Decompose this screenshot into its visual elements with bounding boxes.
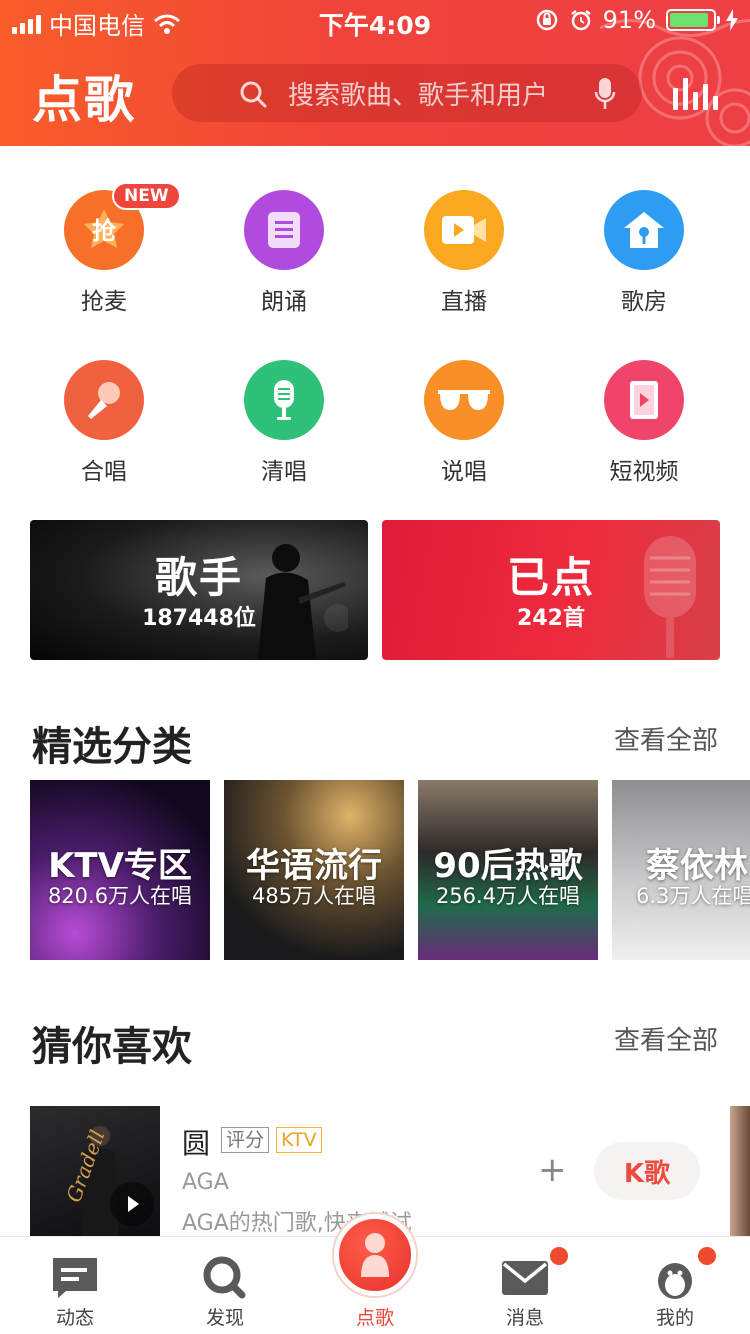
tab-profile[interactable]: 我的 bbox=[600, 1237, 750, 1334]
category-card-ktv[interactable]: KTV专区 820.6万人在唱 bbox=[30, 780, 210, 960]
ktv-tag: KTV bbox=[276, 1127, 322, 1153]
live-video-icon bbox=[424, 190, 504, 270]
grid-item-chorus[interactable]: 合唱 bbox=[14, 360, 194, 486]
song-room-icon bbox=[604, 190, 684, 270]
charging-bolt-icon bbox=[726, 9, 738, 31]
grid-item-short-video[interactable]: 短视频 bbox=[554, 360, 734, 486]
rotation-lock-icon bbox=[536, 9, 557, 31]
selected-banner-count: 242首 bbox=[517, 606, 585, 631]
sing-center-button[interactable] bbox=[334, 1214, 416, 1296]
selected-songs-banner[interactable]: 已点 242首 bbox=[382, 520, 720, 660]
singer-banner-title: 歌手 bbox=[154, 553, 243, 602]
tab-label: 动态 bbox=[55, 1307, 94, 1329]
grid-item-label: 合唱 bbox=[81, 459, 127, 485]
alarm-icon bbox=[570, 10, 591, 31]
page-title: 点歌 bbox=[32, 71, 136, 129]
score-tag: 评分 bbox=[221, 1127, 270, 1153]
rap-sunglasses-icon bbox=[424, 360, 504, 440]
tab-label: 我的 bbox=[655, 1307, 694, 1329]
new-badge: NEW bbox=[112, 182, 181, 210]
song-artist: AGA bbox=[182, 1170, 229, 1195]
unread-dot bbox=[550, 1247, 568, 1265]
play-icon[interactable] bbox=[110, 1182, 154, 1226]
next-card-edge bbox=[730, 1106, 750, 1236]
tab-label: 发现 bbox=[205, 1307, 244, 1329]
grid-item-label: 朗诵 bbox=[261, 289, 307, 315]
tab-discover[interactable]: 发现 bbox=[150, 1237, 300, 1334]
search-icon bbox=[240, 81, 267, 108]
singer-banner-count: 187448位 bbox=[142, 606, 256, 631]
song-cover-image[interactable]: Gradell bbox=[30, 1106, 160, 1236]
grid-item-label: 短视频 bbox=[609, 459, 679, 485]
voice-search-mic-icon[interactable] bbox=[594, 77, 616, 111]
category-count: 820.6万人在唱 bbox=[47, 884, 193, 908]
battery-percent: 91% bbox=[602, 6, 656, 34]
chart-ranking-icon[interactable] bbox=[673, 78, 718, 110]
feed-icon bbox=[53, 1258, 97, 1298]
category-card-jolin-tsai[interactable]: 蔡依林 6.3万人在唱 bbox=[612, 780, 750, 960]
tab-label: 点歌 bbox=[355, 1307, 394, 1329]
discover-search-icon bbox=[203, 1256, 246, 1299]
grid-item-label: 清唱 bbox=[261, 459, 307, 485]
category-count: 6.3万人在唱 bbox=[636, 884, 750, 908]
grid-item-grab-mic[interactable]: 抢 NEW 抢麦 bbox=[14, 182, 194, 316]
guess-view-all-link[interactable]: 查看全部 bbox=[614, 1020, 718, 1057]
category-count: 256.4万人在唱 bbox=[435, 884, 581, 908]
chorus-mic-icon bbox=[64, 360, 144, 440]
svg-text:抢: 抢 bbox=[92, 217, 117, 245]
grid-item-rap[interactable]: 说唱 bbox=[374, 360, 554, 486]
tab-messages[interactable]: 消息 bbox=[450, 1237, 600, 1334]
grid-item-label: 直播 bbox=[441, 289, 487, 315]
grid-item-label: 说唱 bbox=[441, 459, 487, 485]
add-song-plus-icon[interactable]: + bbox=[538, 1150, 567, 1190]
category-card-mandopop[interactable]: 华语流行 485万人在唱 bbox=[224, 780, 404, 960]
sing-k-button[interactable]: K歌 bbox=[594, 1142, 700, 1200]
status-bar: 中国电信 下午4:09 91% bbox=[0, 0, 750, 40]
featured-view-all-link[interactable]: 查看全部 bbox=[614, 720, 718, 757]
profile-penguin-icon bbox=[658, 1263, 692, 1299]
guess-section-title: 猜你喜欢 bbox=[32, 1024, 192, 1070]
featured-section-title: 精选分类 bbox=[32, 724, 192, 770]
search-bar[interactable]: 搜索歌曲、歌手和用户 bbox=[172, 64, 642, 122]
grid-item-label: 抢麦 bbox=[81, 289, 127, 315]
sing-icon bbox=[361, 1233, 389, 1277]
song-title[interactable]: 圆 bbox=[182, 1122, 210, 1162]
header: 中国电信 下午4:09 91% 点歌 搜索歌曲、歌手和用户 bbox=[0, 0, 750, 146]
selected-banner-title: 已点 bbox=[506, 553, 595, 602]
grid-item-recite[interactable]: 朗诵 bbox=[194, 190, 374, 316]
a-cappella-mic-icon bbox=[244, 360, 324, 440]
profile-notification-dot bbox=[698, 1247, 716, 1265]
grid-item-song-room[interactable]: 歌房 bbox=[554, 190, 734, 316]
message-envelope-icon bbox=[502, 1261, 548, 1295]
grid-item-a-cappella[interactable]: 清唱 bbox=[194, 360, 374, 486]
grid-item-label: 歌房 bbox=[621, 289, 667, 315]
category-card-90s-hits[interactable]: 90后热歌 256.4万人在唱 bbox=[418, 780, 598, 960]
singer-banner[interactable]: 歌手 187448位 bbox=[30, 520, 368, 660]
battery-icon bbox=[666, 9, 720, 31]
category-count: 485万人在唱 bbox=[251, 884, 377, 908]
short-video-icon bbox=[604, 360, 684, 440]
search-placeholder: 搜索歌曲、歌手和用户 bbox=[288, 80, 549, 111]
tab-feed[interactable]: 动态 bbox=[0, 1237, 150, 1334]
tab-label: 消息 bbox=[505, 1307, 544, 1329]
recite-icon bbox=[244, 190, 324, 270]
grid-item-live[interactable]: 直播 bbox=[374, 190, 554, 316]
